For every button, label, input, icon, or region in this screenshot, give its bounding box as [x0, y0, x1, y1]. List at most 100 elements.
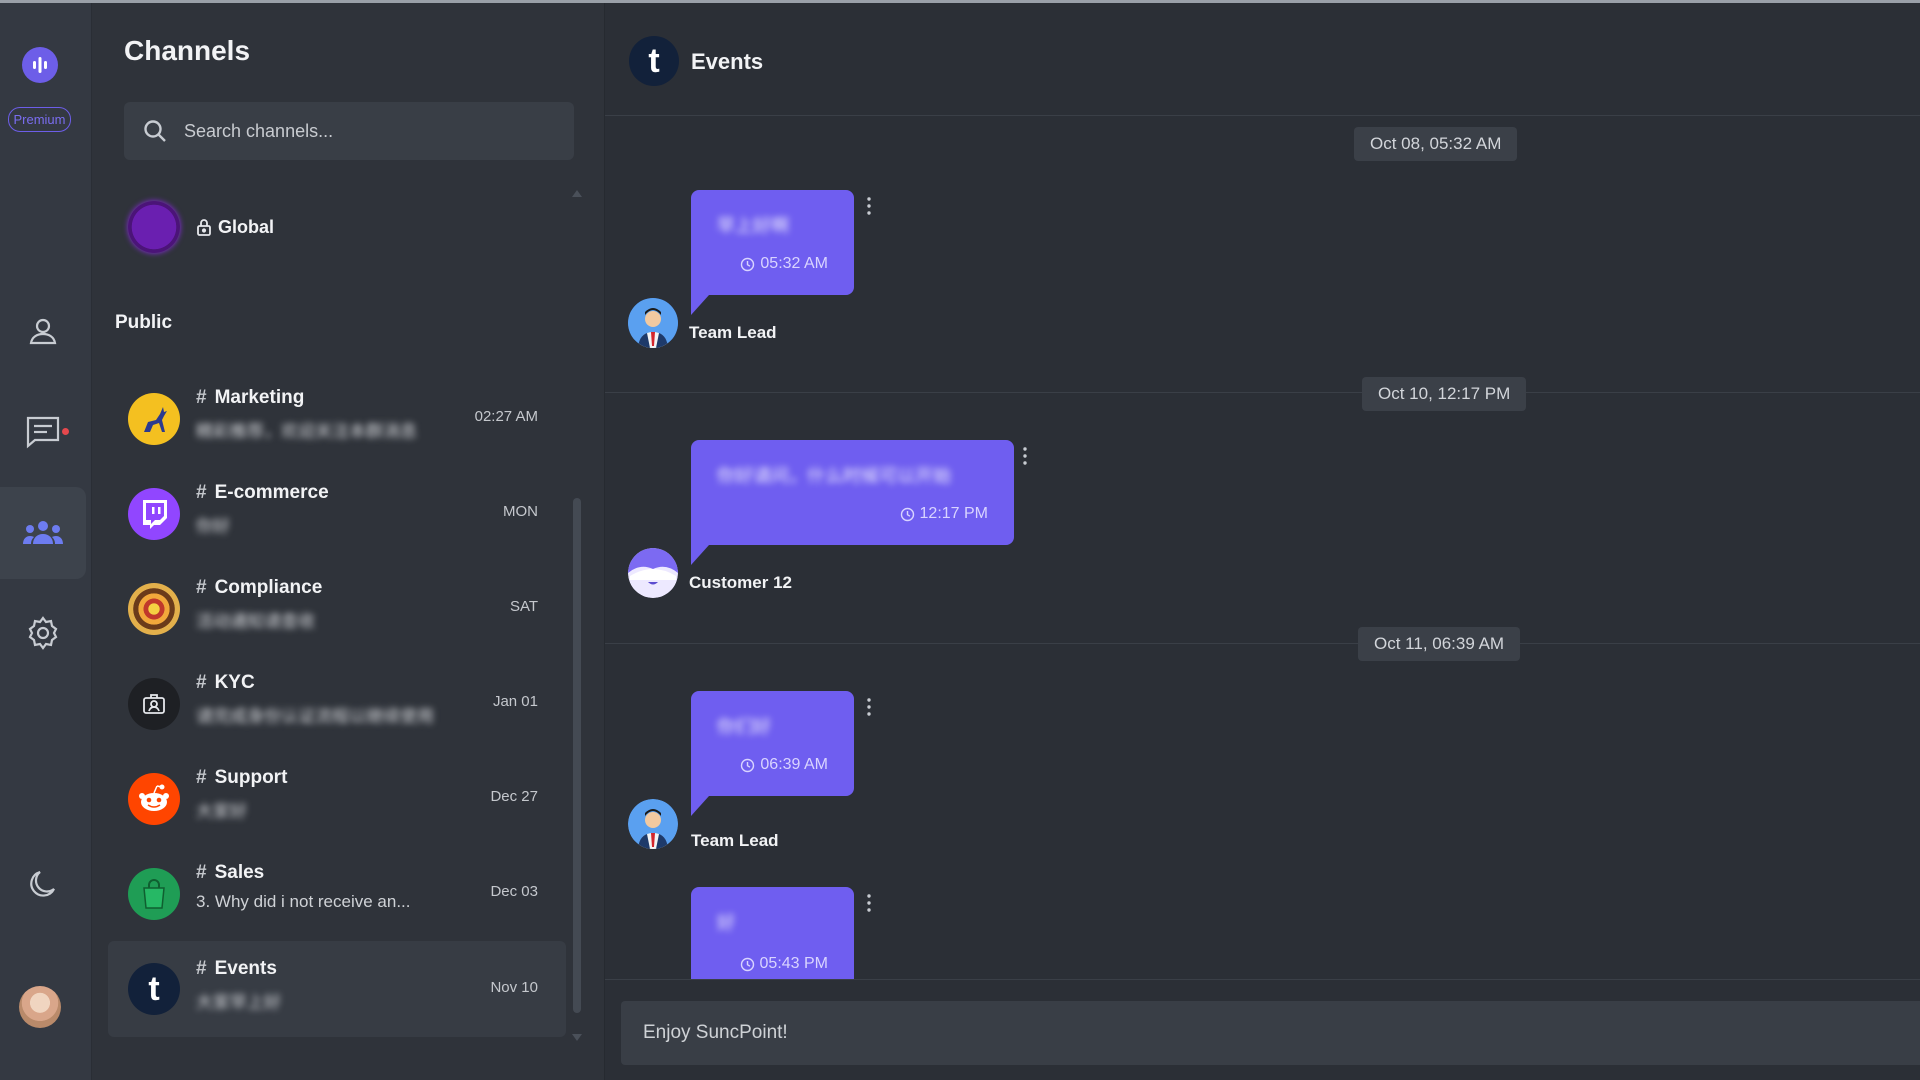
- scroll-thumb[interactable]: [573, 498, 581, 1013]
- sender-name: Team Lead: [689, 323, 777, 342]
- user-avatar[interactable]: [19, 986, 61, 1028]
- nav-theme[interactable]: [0, 839, 86, 931]
- message-bubble[interactable]: 早上好啊 05:32 AM: [691, 190, 854, 315]
- message-bubble[interactable]: 好 05:43 PM: [691, 887, 854, 979]
- avatar[interactable]: [628, 298, 678, 348]
- channel-preview: 精彩推荐，欢迎关注本群消息: [196, 422, 417, 441]
- sender-name: Customer 12: [689, 573, 792, 592]
- channel-time: Jan 01: [492, 693, 538, 710]
- date-separator: Oct 10, 12:17 PM: [1362, 377, 1527, 411]
- global-avatar: [128, 201, 180, 253]
- message-bubble[interactable]: 你好请问，什么时候可以开始 12:17 PM: [691, 440, 1014, 565]
- clock-icon: [900, 507, 914, 521]
- message-time: 12:17 PM: [919, 505, 988, 522]
- premium-badge[interactable]: Premium: [8, 107, 71, 132]
- global-channel[interactable]: Global: [128, 201, 548, 253]
- hash-icon: #: [196, 862, 207, 883]
- date-separator: Oct 08, 05:32 AM: [1354, 127, 1518, 161]
- scroll-up-icon[interactable]: [572, 190, 582, 197]
- channel-item-marketing[interactable]: # Marketing 精彩推荐，欢迎关注本群消息 02:27 AM: [108, 373, 566, 463]
- channel-preview: 大家好: [196, 802, 247, 821]
- avatar[interactable]: [628, 548, 678, 598]
- message-time: 06:39 AM: [760, 756, 828, 773]
- chat-area: t Events Oct 08, 05:32 AM 早上好啊 05:32 AM …: [604, 3, 1920, 1080]
- more-options-icon[interactable]: [1022, 446, 1028, 466]
- channel-item-support[interactable]: # Support 大家好 Dec 27: [108, 753, 566, 843]
- message-bubble[interactable]: 你们好 06:39 AM: [691, 691, 854, 816]
- search-box[interactable]: [124, 102, 574, 160]
- more-options-icon[interactable]: [866, 893, 872, 913]
- chat-icon: [26, 416, 60, 449]
- channel-preview: 大家早上好: [196, 993, 281, 1012]
- nav-groups[interactable]: [0, 487, 86, 579]
- search-icon: [144, 120, 166, 142]
- channel-item-kyc[interactable]: # KYC 请完成身份认证流程以继续使用 Jan 01: [108, 658, 566, 748]
- channel-preview: 3. Why did i not receive an...: [196, 892, 411, 911]
- more-options-icon[interactable]: [866, 697, 872, 717]
- sender-name: Team Lead: [691, 831, 779, 850]
- app-logo-icon[interactable]: [22, 47, 58, 83]
- nav-chats[interactable]: [0, 386, 86, 478]
- hash-icon: #: [196, 767, 207, 788]
- message-text: 你们好: [717, 717, 771, 737]
- chat-header: t Events: [605, 3, 1920, 116]
- hash-icon: #: [196, 482, 207, 503]
- channel-item-ecommerce[interactable]: # E-commerce 你好 MON: [108, 468, 566, 558]
- nav-rail: Premium: [0, 3, 92, 1080]
- channel-preview: 你好: [196, 517, 230, 536]
- channel-preview: 请完成身份认证流程以继续使用: [196, 707, 434, 726]
- section-public: Public: [115, 312, 173, 333]
- clock-icon: [740, 957, 754, 971]
- gear-icon: [28, 616, 58, 650]
- clock-icon: [741, 257, 755, 271]
- avatar[interactable]: [628, 799, 678, 849]
- channel-time: Dec 03: [490, 883, 538, 900]
- more-options-icon[interactable]: [866, 196, 872, 216]
- channel-name: Events: [214, 958, 277, 979]
- hash-icon: #: [196, 387, 207, 408]
- global-label: Global: [218, 216, 275, 237]
- message-text: 好: [717, 913, 735, 933]
- nav-settings[interactable]: [0, 587, 86, 679]
- channel-item-compliance[interactable]: # Compliance 活动通知请查收 SAT: [108, 563, 566, 653]
- profile-icon: [29, 318, 57, 345]
- channels-panel: Channels Global Public # Marketing 精彩推荐，欢…: [92, 3, 604, 1080]
- lock-icon: [197, 219, 211, 236]
- deer-logo-icon: [128, 393, 180, 445]
- date-separator: Oct 11, 06:39 AM: [1358, 627, 1521, 661]
- channel-preview: 活动通知请查收: [196, 612, 315, 631]
- channel-name: E-commerce: [214, 482, 329, 503]
- scroll-down-icon[interactable]: [572, 1034, 582, 1041]
- twitch-logo-icon: [128, 488, 180, 540]
- channel-time: MON: [503, 503, 538, 520]
- message-composer[interactable]: [621, 1001, 1920, 1065]
- message-time: 05:43 PM: [759, 955, 828, 972]
- chat-title: Events: [691, 49, 764, 74]
- search-input[interactable]: [184, 120, 544, 142]
- panel-title: Channels: [124, 35, 251, 66]
- channel-scrollbar[interactable]: [570, 188, 584, 1043]
- clock-icon: [741, 758, 755, 772]
- bag-logo-icon: [128, 868, 180, 920]
- channel-time: SAT: [509, 598, 538, 615]
- channel-time: 02:27 AM: [474, 408, 538, 425]
- channel-item-sales[interactable]: # Sales 3. Why did i not receive an... De…: [108, 848, 566, 938]
- channel-name: Support: [214, 767, 288, 788]
- message-text: 早上好啊: [717, 216, 789, 236]
- group-icon: [23, 521, 63, 544]
- message-text: 你好请问，什么时候可以开始: [717, 466, 951, 486]
- nav-profile[interactable]: [0, 285, 86, 377]
- unread-dot: [62, 428, 69, 435]
- kyc-logo-icon: [128, 678, 180, 730]
- reddit-logo-icon: [128, 773, 180, 825]
- tumblr-logo-icon: t: [629, 36, 679, 86]
- mandala-logo-icon: [128, 583, 180, 635]
- message-input[interactable]: [643, 1022, 1843, 1044]
- moon-icon: [30, 870, 55, 897]
- message-time: 05:32 AM: [760, 255, 828, 272]
- hash-icon: #: [196, 672, 207, 693]
- channel-item-events[interactable]: t # Events 大家早上好 Nov 10: [108, 941, 566, 1037]
- channel-name: Compliance: [214, 577, 323, 598]
- channel-time: Dec 27: [490, 788, 538, 805]
- channel-name: Marketing: [214, 387, 305, 408]
